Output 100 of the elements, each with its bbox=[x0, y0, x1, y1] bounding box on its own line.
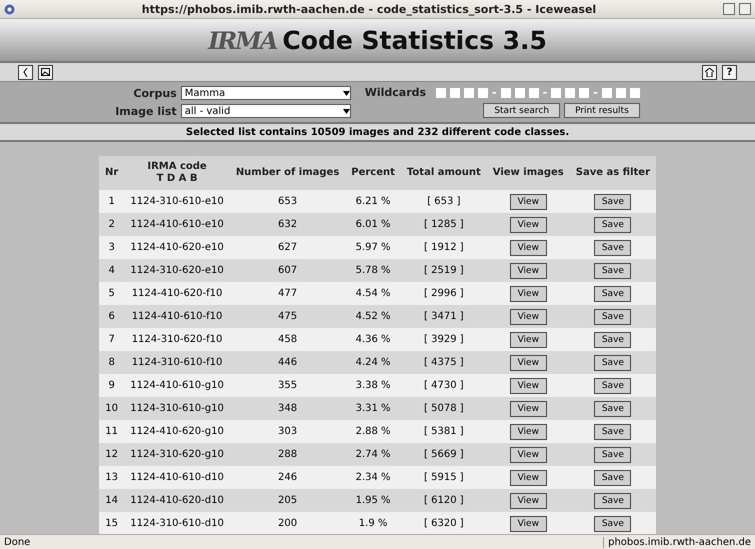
field-label: Corpus bbox=[133, 86, 177, 100]
table-cell: 6.21 % bbox=[356, 196, 391, 207]
save-button[interactable]: Save bbox=[594, 446, 632, 462]
window-title: https://phobos.imib.rwth-aachen.de - code_statistics_sort-3.5 - Iceweasel bbox=[140, 2, 598, 16]
save-button[interactable]: Save bbox=[594, 216, 632, 232]
table-cell: 5 bbox=[108, 288, 115, 299]
table-cell: 1124-310-620-f10 bbox=[132, 334, 222, 345]
save-button[interactable]: Save bbox=[594, 354, 632, 370]
table-cell: 446 bbox=[278, 357, 298, 368]
table-cell: 1124-310-610-f10 bbox=[132, 357, 222, 368]
table-cell: 1124-310-610-e10 bbox=[130, 196, 224, 207]
corpus-select[interactable]: Mamma bbox=[180, 86, 351, 100]
status-host: phobos.imib.rwth-aachen.de bbox=[603, 536, 751, 548]
action-button[interactable]: Print results bbox=[564, 103, 640, 118]
table-cell: 1 bbox=[108, 196, 115, 207]
save-button[interactable]: Save bbox=[594, 378, 632, 394]
wildcard-checkbox[interactable] bbox=[478, 88, 488, 98]
save-button[interactable]: Save bbox=[594, 240, 632, 256]
image-list-select[interactable]: all - valid bbox=[180, 104, 351, 118]
table-cell: 2.88 % bbox=[356, 426, 391, 437]
view-button[interactable]: View bbox=[510, 240, 547, 256]
view-button[interactable]: View bbox=[510, 492, 547, 508]
save-button[interactable]: Save bbox=[594, 194, 632, 210]
table-cell: 1.95 % bbox=[356, 495, 391, 506]
save-button[interactable]: Save bbox=[594, 332, 632, 348]
dropdown-arrow-icon bbox=[342, 108, 350, 114]
table-cell: 15 bbox=[105, 518, 118, 529]
field-label: Wildcards bbox=[364, 86, 426, 99]
table-cell: 627 bbox=[278, 242, 298, 253]
wildcard-checkbox[interactable] bbox=[602, 88, 612, 98]
maximize-button[interactable] bbox=[739, 3, 751, 15]
result-summary: Selected list contains 10509 images and 232 different code classes. bbox=[186, 126, 570, 138]
table-cell: 5.97 % bbox=[356, 242, 391, 253]
column-header: Number of images bbox=[230, 156, 346, 190]
minimize-button[interactable] bbox=[723, 3, 735, 15]
column-header: Nr bbox=[98, 156, 124, 190]
view-button[interactable]: View bbox=[510, 446, 547, 462]
table-cell: [ 5381 ] bbox=[424, 426, 464, 437]
table-cell: 13 bbox=[105, 472, 118, 483]
wildcard-checkbox[interactable] bbox=[500, 88, 511, 98]
table-cell: 1124-410-610-f10 bbox=[132, 311, 222, 322]
view-button[interactable]: View bbox=[510, 424, 547, 440]
field-label: Image list bbox=[115, 104, 177, 118]
image-icon[interactable] bbox=[38, 64, 53, 80]
table-cell: 6.01 % bbox=[356, 219, 391, 230]
save-button[interactable]: Save bbox=[594, 424, 632, 440]
wildcard-checkbox[interactable] bbox=[630, 88, 640, 98]
wildcard-checkbox[interactable] bbox=[436, 88, 446, 98]
home-icon[interactable] bbox=[702, 64, 717, 80]
save-button[interactable]: Save bbox=[594, 470, 632, 486]
back-icon[interactable] bbox=[18, 64, 33, 80]
view-button[interactable]: View bbox=[510, 216, 547, 232]
save-button[interactable]: Save bbox=[594, 308, 632, 324]
table-cell: 1124-410-610-e10 bbox=[130, 219, 224, 230]
table-cell: 348 bbox=[278, 403, 298, 414]
table-cell: 3.31 % bbox=[356, 403, 391, 414]
table-cell: 4.52 % bbox=[356, 311, 391, 322]
view-button[interactable]: View bbox=[510, 516, 547, 532]
table-cell: 11 bbox=[105, 426, 118, 437]
table-cell: [ 5915 ] bbox=[424, 472, 464, 483]
table-cell: 2.34 % bbox=[356, 472, 391, 483]
table-cell: 607 bbox=[278, 265, 298, 276]
save-button[interactable]: Save bbox=[594, 516, 632, 532]
view-button[interactable]: View bbox=[510, 378, 547, 394]
column-header: IRMA code T D A B bbox=[124, 156, 230, 190]
table-cell: 477 bbox=[278, 288, 298, 299]
wildcard-checkbox[interactable] bbox=[528, 88, 539, 98]
wildcard-checkbox[interactable] bbox=[579, 88, 590, 98]
table-cell: 1124-410-610-g10 bbox=[130, 380, 224, 391]
table-cell: 1124-310-620-g10 bbox=[130, 449, 224, 460]
view-button[interactable]: View bbox=[510, 470, 547, 486]
view-button[interactable]: View bbox=[510, 354, 547, 370]
table-cell: [ 2519 ] bbox=[424, 265, 464, 276]
action-button[interactable]: Start search bbox=[483, 103, 560, 118]
save-button[interactable]: Save bbox=[594, 262, 632, 278]
wildcard-checkbox[interactable] bbox=[565, 88, 576, 98]
save-button[interactable]: Save bbox=[594, 286, 632, 302]
view-button[interactable]: View bbox=[510, 194, 547, 210]
help-button[interactable]: ? bbox=[722, 64, 737, 80]
save-button[interactable]: Save bbox=[594, 492, 632, 508]
view-button[interactable]: View bbox=[510, 308, 547, 324]
wildcard-checkbox[interactable] bbox=[514, 88, 525, 98]
view-button[interactable]: View bbox=[510, 400, 547, 416]
view-button[interactable]: View bbox=[510, 332, 547, 348]
page-title: Code Statistics 3.5 bbox=[282, 26, 547, 54]
wildcard-checkbox[interactable] bbox=[616, 88, 626, 98]
wildcard-checkbox[interactable] bbox=[450, 88, 460, 98]
table-cell: 1124-410-620-d10 bbox=[130, 495, 224, 506]
wildcard-checkbox[interactable] bbox=[464, 88, 474, 98]
save-button[interactable]: Save bbox=[594, 400, 632, 416]
wildcard-checkbox[interactable] bbox=[551, 88, 562, 98]
table-cell: 8 bbox=[108, 357, 115, 368]
column-header: Save as filter bbox=[570, 156, 656, 190]
table-cell: [ 5669 ] bbox=[424, 449, 464, 460]
separator: - bbox=[492, 86, 497, 99]
table-cell: 2 bbox=[108, 219, 115, 230]
table-cell: [ 3471 ] bbox=[424, 311, 464, 322]
view-button[interactable]: View bbox=[510, 286, 547, 302]
logo: IRMA bbox=[208, 26, 276, 54]
view-button[interactable]: View bbox=[510, 262, 547, 278]
